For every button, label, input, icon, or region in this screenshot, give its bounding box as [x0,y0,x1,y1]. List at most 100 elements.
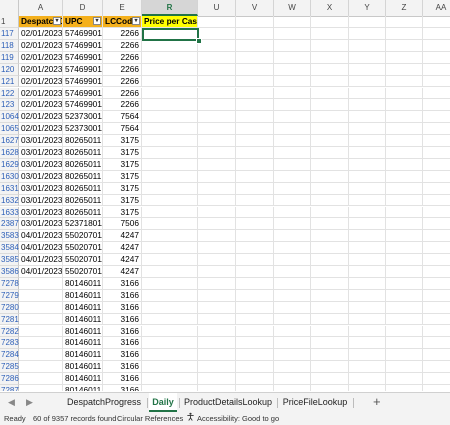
despatch-date-cell[interactable]: 02/01/2023 [19,28,63,40]
empty-cell[interactable] [349,277,386,290]
price-per-case-cell[interactable] [142,373,198,385]
row-number[interactable]: 3584 [0,242,19,255]
empty-cell[interactable] [236,337,274,350]
empty-cell[interactable] [349,385,386,391]
empty-cell[interactable] [274,194,311,207]
price-per-case-cell[interactable] [142,349,198,362]
column-header-z[interactable]: Z [386,0,423,16]
empty-cell[interactable] [198,277,236,290]
empty-cell[interactable] [198,87,236,100]
empty-cell[interactable] [198,230,236,243]
empty-cell[interactable] [198,28,236,40]
despatch-date-cell[interactable]: 02/01/2023 [19,51,63,64]
empty-cell[interactable] [423,254,450,266]
empty-cell[interactable] [274,337,311,350]
empty-cell[interactable] [311,277,349,290]
empty-cell[interactable] [274,373,311,385]
upc-cell[interactable]: 523730011 [63,123,103,136]
empty-cell[interactable] [349,361,386,374]
empty-cell[interactable] [311,170,349,183]
empty-cell[interactable] [236,349,274,362]
column-header-r[interactable]: R [142,0,198,16]
empty-cell[interactable] [386,218,423,231]
lccode-cell[interactable]: 3166 [103,325,142,338]
empty-cell[interactable] [311,349,349,362]
row-number[interactable]: 3586 [0,266,19,278]
column-header-u[interactable]: U [198,0,236,16]
empty-cell[interactable] [423,218,450,231]
empty-cell[interactable] [386,242,423,255]
despatch-date-cell[interactable]: 03/01/2023 [19,170,63,183]
upc-cell[interactable]: 574699011 [63,51,103,64]
empty-cell[interactable] [236,170,274,183]
despatch-date-cell[interactable] [19,325,63,338]
empty-cell[interactable] [274,158,311,171]
empty-cell[interactable] [311,28,349,40]
empty-cell[interactable] [274,385,311,391]
price-per-case-cell[interactable] [142,182,198,195]
empty-cell[interactable] [274,349,311,362]
upc-cell[interactable]: 574699011 [63,99,103,112]
upc-cell[interactable]: 574699011 [63,28,103,40]
empty-cell[interactable] [386,99,423,112]
empty-cell[interactable] [274,87,311,100]
empty-cell[interactable] [349,325,386,338]
empty-cell[interactable] [274,170,311,183]
empty-cell[interactable] [386,337,423,350]
price-per-case-cell[interactable] [142,135,198,147]
row-number[interactable]: 118 [0,39,19,52]
lccode-cell[interactable]: 3166 [103,349,142,362]
lccode-cell[interactable]: 4247 [103,242,142,255]
empty-cell[interactable] [198,218,236,231]
upc-cell[interactable]: 80146011 [63,277,103,290]
lccode-cell[interactable]: 4247 [103,266,142,278]
empty-cell[interactable] [198,254,236,266]
empty-cell[interactable] [386,16,423,28]
empty-cell[interactable] [236,277,274,290]
empty-cell[interactable] [349,135,386,147]
lccode-cell[interactable]: 2266 [103,39,142,52]
upc-cell[interactable]: 80265011 [63,206,103,219]
lccode-cell[interactable]: 3166 [103,385,142,391]
empty-cell[interactable] [198,147,236,159]
price-per-case-cell[interactable] [142,63,198,76]
row-number[interactable]: 7284 [0,349,19,362]
empty-cell[interactable] [236,63,274,76]
despatch-date-cell[interactable]: 04/01/2023 [19,254,63,266]
empty-cell[interactable] [349,158,386,171]
empty-cell[interactable] [236,99,274,112]
empty-cell[interactable] [236,206,274,219]
price-per-case-cell[interactable] [142,51,198,64]
empty-cell[interactable] [349,266,386,278]
empty-cell[interactable] [386,325,423,338]
lccode-cell[interactable]: 4247 [103,254,142,266]
empty-cell[interactable] [386,361,423,374]
despatch-date-cell[interactable] [19,301,63,314]
empty-cell[interactable] [423,278,450,290]
empty-cell[interactable] [423,147,450,159]
empty-cell[interactable] [423,52,450,64]
empty-cell[interactable] [349,194,386,207]
empty-cell[interactable] [423,195,450,207]
lccode-cell[interactable]: 3175 [103,147,142,159]
upc-cell[interactable]: 80265011 [63,135,103,147]
empty-cell[interactable] [311,63,349,76]
empty-cell[interactable] [349,242,386,255]
empty-cell[interactable] [198,63,236,76]
empty-cell[interactable] [423,111,450,124]
price-per-case-cell[interactable] [142,87,198,100]
price-per-case-cell[interactable] [142,313,198,326]
price-per-case-cell[interactable] [142,301,198,314]
upc-cell[interactable]: 80146011 [63,373,103,385]
spreadsheet-grid[interactable]: A D E R U V W X Y Z AA 1 DespatchD ▾ UPC… [0,0,450,391]
price-per-case-cell[interactable] [142,361,198,374]
empty-cell[interactable] [311,39,349,52]
upc-cell[interactable]: 80265011 [63,182,103,195]
lccode-cell[interactable]: 3166 [103,337,142,350]
empty-cell[interactable] [198,242,236,255]
empty-cell[interactable] [274,99,311,112]
column-header-e[interactable]: E [103,0,142,16]
lccode-cell[interactable]: 2266 [103,75,142,88]
empty-cell[interactable] [274,266,311,278]
empty-cell[interactable] [236,16,274,28]
